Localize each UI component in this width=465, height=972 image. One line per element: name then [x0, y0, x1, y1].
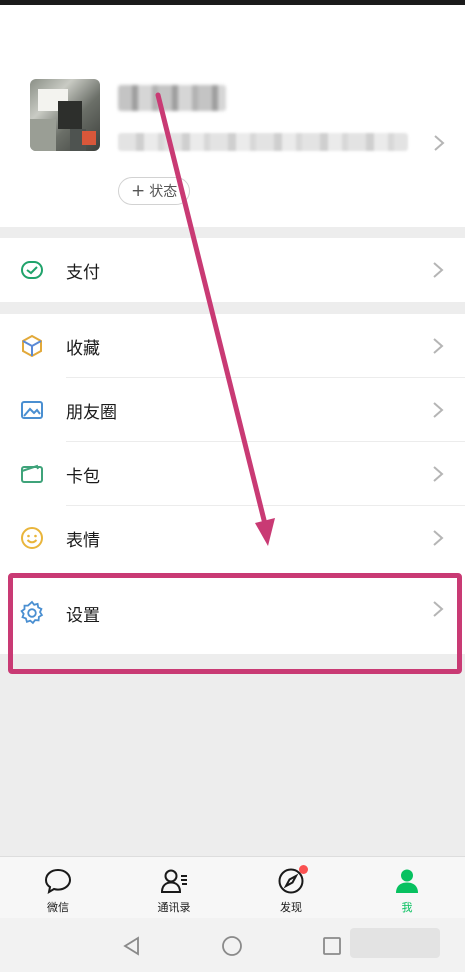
- pay-icon: [19, 257, 45, 283]
- menu-item-label: 设置: [66, 606, 100, 626]
- menu-item-settings[interactable]: 设置: [0, 570, 465, 650]
- chevron-right-icon: [432, 133, 446, 153]
- compass-icon: [276, 865, 308, 896]
- chevron-right-icon: [432, 600, 444, 618]
- notification-badge: [299, 865, 308, 874]
- tab-label: 发现: [280, 901, 302, 914]
- watermark: [350, 928, 440, 958]
- plus-icon: +: [131, 180, 146, 201]
- image-icon: [19, 397, 45, 423]
- back-triangle-icon[interactable]: [120, 934, 144, 958]
- wechat-id-blurred: [118, 133, 408, 151]
- menu-item-label: 收藏: [66, 338, 100, 359]
- cube-icon: [19, 333, 45, 359]
- tab-discover[interactable]: 发现: [233, 857, 349, 919]
- chevron-right-icon: [432, 401, 444, 419]
- menu-item-moments[interactable]: 朋友圈: [0, 378, 465, 442]
- chevron-right-icon: [432, 261, 444, 279]
- bottom-tab-bar: 微信 通讯录 发现 我: [0, 856, 465, 918]
- profile-card[interactable]: + 状态: [0, 5, 465, 227]
- add-status-button[interactable]: + 状态: [118, 177, 191, 205]
- tab-contacts[interactable]: 通讯录: [116, 857, 232, 919]
- menu-item-favorites[interactable]: 收藏: [0, 314, 465, 378]
- menu-item-cards[interactable]: 卡包: [0, 442, 465, 506]
- gear-icon: [19, 600, 45, 626]
- person-icon: [392, 866, 422, 896]
- chevron-right-icon: [432, 337, 444, 355]
- tab-label: 我: [401, 901, 413, 914]
- tab-label: 通讯录: [157, 901, 191, 914]
- status-label: 状态: [149, 184, 178, 200]
- menu-item-label: 朋友圈: [66, 402, 117, 423]
- menu-item-label: 卡包: [66, 466, 100, 487]
- menu-item-stickers[interactable]: 表情: [0, 506, 465, 570]
- chat-bubble-icon: [43, 866, 73, 896]
- menu-item-pay[interactable]: 支付: [0, 238, 465, 302]
- avatar[interactable]: [30, 79, 100, 151]
- recents-square-icon[interactable]: [320, 934, 344, 958]
- nickname-blurred: [118, 85, 226, 111]
- tab-label: 微信: [47, 901, 69, 914]
- tab-chats[interactable]: 微信: [0, 857, 116, 919]
- main-menu-group: 收藏 朋友圈 卡包 表情 设置: [0, 314, 465, 654]
- chevron-right-icon: [432, 465, 444, 483]
- pay-group: 支付: [0, 238, 465, 302]
- contacts-icon: [159, 866, 189, 896]
- tab-me[interactable]: 我: [349, 857, 465, 919]
- menu-item-label: 支付: [66, 262, 100, 283]
- menu-item-label: 表情: [66, 530, 100, 551]
- chevron-right-icon: [432, 529, 444, 547]
- wallet-icon: [19, 461, 45, 487]
- home-circle-icon[interactable]: [220, 934, 244, 958]
- smiley-icon: [19, 525, 45, 551]
